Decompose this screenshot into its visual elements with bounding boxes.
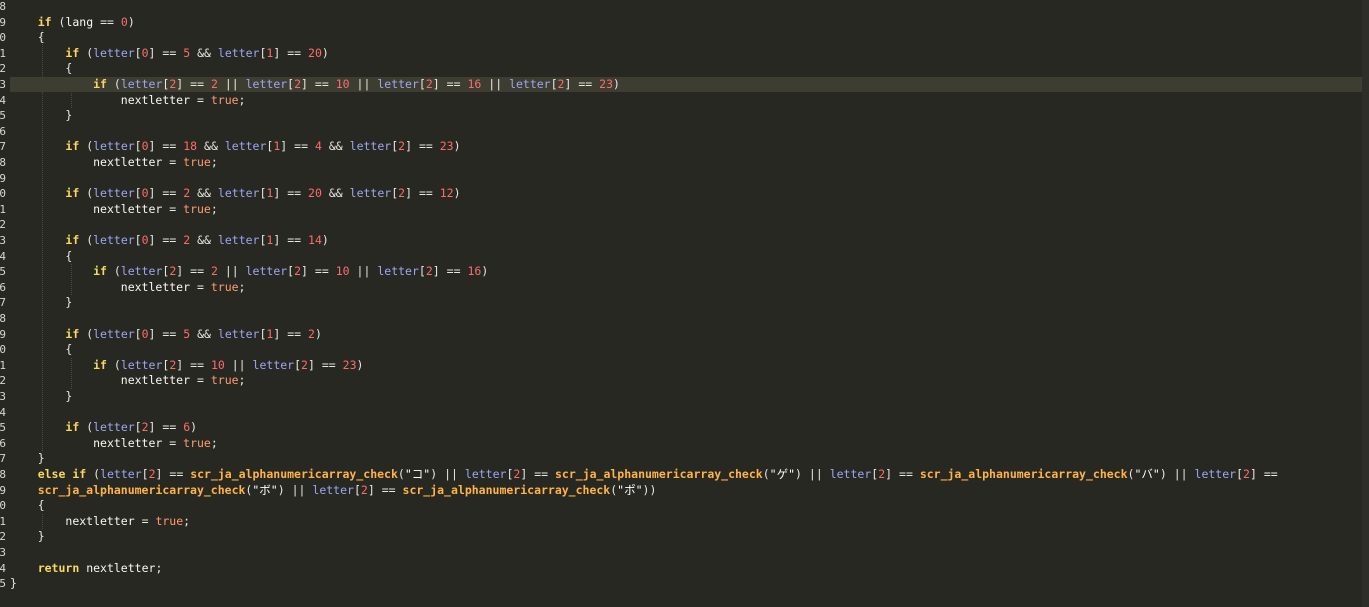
code-line[interactable]: if (letter[0] == 2 && letter[1] == 20 &&… <box>10 186 1369 202</box>
line-number: 4 <box>0 93 6 107</box>
vertical-scrollbar[interactable] <box>1362 0 1369 607</box>
line-number: 2 <box>0 530 6 544</box>
line-number: 7 <box>0 296 6 310</box>
line-number: 4 <box>0 249 6 263</box>
code-line[interactable] <box>10 171 1369 187</box>
code-editor[interactable]: 89012345678901234567890123456789012345 i… <box>0 0 1369 607</box>
code-line[interactable] <box>10 545 1369 561</box>
code-line[interactable]: if (letter[2] == 6) <box>10 420 1369 436</box>
code-line[interactable] <box>10 405 1369 421</box>
line-number: 1 <box>0 202 6 216</box>
code-line[interactable]: nextletter = true; <box>10 202 1369 218</box>
line-number: 2 <box>0 374 6 388</box>
code-line[interactable]: if (letter[0] == 5 && letter[1] == 20) <box>10 46 1369 62</box>
line-number: 3 <box>0 233 6 247</box>
line-number-gutter: 89012345678901234567890123456789012345 <box>0 0 8 607</box>
line-number: 5 <box>0 577 6 591</box>
code-line[interactable]: return nextletter; <box>10 561 1369 577</box>
line-number: 3 <box>0 545 6 559</box>
code-line[interactable]: scr_ja_alphanumericarray_check("ボ") || l… <box>10 483 1369 499</box>
line-number: 8 <box>0 155 6 169</box>
code-line[interactable]: } <box>10 108 1369 124</box>
code-line[interactable]: } <box>10 451 1369 467</box>
code-line[interactable]: nextletter = true; <box>10 155 1369 171</box>
code-line[interactable]: nextletter = true; <box>10 93 1369 109</box>
line-number: 7 <box>0 140 6 154</box>
code-line[interactable]: nextletter = true; <box>10 514 1369 530</box>
code-line[interactable]: if (letter[0] == 5 && letter[1] == 2) <box>10 327 1369 343</box>
code-line[interactable]: { <box>10 342 1369 358</box>
line-number: 8 <box>0 467 6 481</box>
line-number: 2 <box>0 62 6 76</box>
line-number: 5 <box>0 421 6 435</box>
line-number: 0 <box>0 31 6 45</box>
code-line[interactable]: else if (letter[2] == scr_ja_alphanumeri… <box>10 467 1369 483</box>
line-number: 9 <box>0 483 6 497</box>
line-number: 8 <box>0 311 6 325</box>
code-line[interactable] <box>10 217 1369 233</box>
line-number: 2 <box>0 218 6 232</box>
line-number: 1 <box>0 514 6 528</box>
code-line[interactable]: if (lang == 0) <box>10 15 1369 31</box>
code-line[interactable]: } <box>10 389 1369 405</box>
code-line[interactable] <box>10 124 1369 140</box>
code-line[interactable]: nextletter = true; <box>10 436 1369 452</box>
line-number: 1 <box>0 358 6 372</box>
line-number: 5 <box>0 265 6 279</box>
code-line[interactable]: if (letter[0] == 2 && letter[1] == 14) <box>10 233 1369 249</box>
line-number: 0 <box>0 499 6 513</box>
line-number: 4 <box>0 405 6 419</box>
line-number: 9 <box>0 15 6 29</box>
code-line[interactable]: if (letter[2] == 10 || letter[2] == 23) <box>10 358 1369 374</box>
code-area[interactable]: if (lang == 0) { if (letter[0] == 5 && l… <box>10 0 1369 607</box>
code-line[interactable] <box>10 311 1369 327</box>
code-line[interactable]: } <box>10 529 1369 545</box>
code-line[interactable]: { <box>10 249 1369 265</box>
line-number: 6 <box>0 436 6 450</box>
code-line-current[interactable]: if (letter[2] == 2 || letter[2] == 10 ||… <box>10 76 1369 93</box>
line-number: 4 <box>0 561 6 575</box>
code-line[interactable]: if (letter[2] == 2 || letter[2] == 10 ||… <box>10 264 1369 280</box>
line-number: 1 <box>0 46 6 60</box>
line-number: 9 <box>0 171 6 185</box>
code-line[interactable]: } <box>10 576 1369 592</box>
line-number: 0 <box>0 187 6 201</box>
code-line[interactable]: { <box>10 30 1369 46</box>
line-number: 6 <box>0 280 6 294</box>
code-line[interactable]: nextletter = true; <box>10 373 1369 389</box>
line-number: 8 <box>0 0 6 13</box>
code-line[interactable]: { <box>10 498 1369 514</box>
code-line[interactable]: if (letter[0] == 18 && letter[1] == 4 &&… <box>10 139 1369 155</box>
code-line[interactable] <box>10 0 1369 15</box>
code-line[interactable]: } <box>10 295 1369 311</box>
line-number: 5 <box>0 109 6 123</box>
line-number: 9 <box>0 327 6 341</box>
code-line[interactable]: { <box>10 61 1369 77</box>
line-number: 6 <box>0 124 6 138</box>
line-number: 3 <box>0 389 6 403</box>
code-line[interactable]: nextletter = true; <box>10 280 1369 296</box>
line-number: 3 <box>0 77 6 91</box>
line-number: 0 <box>0 343 6 357</box>
line-number: 7 <box>0 452 6 466</box>
